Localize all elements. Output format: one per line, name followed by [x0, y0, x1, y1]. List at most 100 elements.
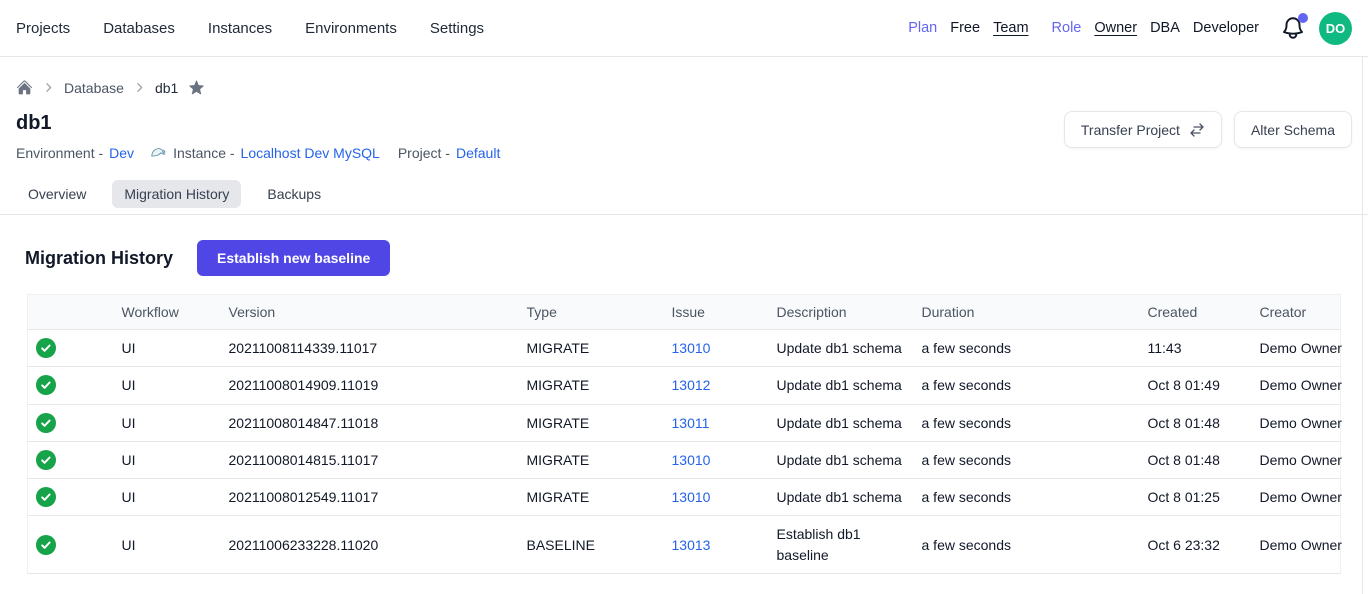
- user-avatar[interactable]: DO: [1319, 12, 1352, 45]
- column-header-version: Version: [213, 295, 511, 330]
- column-header-creator: Creator: [1244, 295, 1341, 330]
- nav-item-settings[interactable]: Settings: [430, 20, 484, 37]
- role-option-owner[interactable]: Owner: [1094, 20, 1137, 36]
- role-option-dba[interactable]: DBA: [1150, 20, 1180, 36]
- page-title: db1: [16, 112, 500, 135]
- environment-link[interactable]: Dev: [109, 145, 134, 161]
- status-cell: [28, 479, 106, 516]
- transfer-project-label: Transfer Project: [1081, 122, 1180, 138]
- breadcrumb: Database db1: [0, 57, 1368, 97]
- duration-cell: a few seconds: [906, 479, 1132, 516]
- home-icon[interactable]: [16, 79, 33, 96]
- success-check-icon: [36, 338, 106, 358]
- scrollbar-track: [1362, 57, 1363, 594]
- alter-schema-label: Alter Schema: [1251, 122, 1335, 138]
- issue-cell: 13010: [656, 330, 761, 367]
- instance-link[interactable]: Localhost Dev MySQL: [241, 145, 380, 161]
- main-nav: Projects Databases Instances Environment…: [16, 20, 484, 37]
- duration-cell: a few seconds: [906, 516, 1132, 574]
- column-header-workflow: Workflow: [106, 295, 213, 330]
- migration-row[interactable]: UI 20211006233228.11020 BASELINE 13013 E…: [28, 516, 1341, 574]
- chevron-right-icon: [133, 81, 146, 94]
- database-tabs: Overview Migration History Backups: [0, 180, 1368, 215]
- status-column-header: [28, 295, 106, 330]
- issue-link[interactable]: 13010: [672, 452, 711, 468]
- type-cell: MIGRATE: [511, 367, 656, 404]
- migration-row[interactable]: UI 20211008014815.11017 MIGRATE 13010 Up…: [28, 441, 1341, 478]
- description-cell: Establish db1 baseline: [761, 516, 906, 574]
- plan-label[interactable]: Plan: [908, 20, 937, 36]
- notifications-bell-icon[interactable]: [1280, 15, 1306, 41]
- column-header-created: Created: [1132, 295, 1244, 330]
- workflow-cell: UI: [106, 516, 213, 574]
- creator-cell: Demo Owner: [1244, 330, 1341, 367]
- role-label[interactable]: Role: [1052, 20, 1082, 36]
- issue-link[interactable]: 13010: [672, 340, 711, 356]
- issue-link[interactable]: 13010: [672, 489, 711, 505]
- breadcrumb-database[interactable]: Database: [64, 80, 124, 96]
- plan-option-free[interactable]: Free: [950, 20, 980, 36]
- workflow-cell: UI: [106, 367, 213, 404]
- role-option-developer[interactable]: Developer: [1193, 20, 1259, 36]
- project-label: Project -: [398, 145, 450, 161]
- issue-cell: 13012: [656, 367, 761, 404]
- issue-link[interactable]: 13011: [672, 415, 710, 431]
- column-header-duration: Duration: [906, 295, 1132, 330]
- plan-option-team[interactable]: Team: [993, 20, 1028, 36]
- issue-cell: 13011: [656, 404, 761, 441]
- workflow-cell: UI: [106, 479, 213, 516]
- transfer-project-button[interactable]: Transfer Project: [1064, 111, 1222, 148]
- type-cell: BASELINE: [511, 516, 656, 574]
- creator-cell: Demo Owner: [1244, 404, 1341, 441]
- creator-cell: Demo Owner: [1244, 441, 1341, 478]
- created-cell: Oct 6 23:32: [1132, 516, 1244, 574]
- environment-label: Environment -: [16, 145, 103, 161]
- establish-baseline-button[interactable]: Establish new baseline: [197, 240, 390, 276]
- version-cell: 20211006233228.11020: [213, 516, 511, 574]
- nav-right-controls: Plan Free Team Role Owner DBA Developer …: [908, 12, 1352, 45]
- tab-migration-history[interactable]: Migration History: [112, 180, 241, 208]
- nav-item-environments[interactable]: Environments: [305, 20, 397, 37]
- migration-history-table: Workflow Version Type Issue Description …: [27, 294, 1341, 574]
- nav-item-projects[interactable]: Projects: [16, 20, 70, 37]
- description-cell: Update db1 schema: [761, 404, 906, 441]
- version-cell: 20211008012549.11017: [213, 479, 511, 516]
- environment-info: Environment - Dev: [16, 145, 134, 161]
- description-cell: Update db1 schema: [761, 479, 906, 516]
- favorite-star-icon[interactable]: [187, 78, 206, 97]
- version-cell: 20211008014815.11017: [213, 441, 511, 478]
- workflow-cell: UI: [106, 404, 213, 441]
- created-cell: Oct 8 01:48: [1132, 404, 1244, 441]
- migration-row[interactable]: UI 20211008114339.11017 MIGRATE 13010 Up…: [28, 330, 1341, 367]
- project-link[interactable]: Default: [456, 145, 500, 161]
- notification-dot: [1298, 13, 1308, 23]
- swap-arrows-icon: [1189, 122, 1205, 138]
- database-info-row: Environment - Dev Instance - Localhost D…: [16, 144, 500, 161]
- migration-row[interactable]: UI 20211008012549.11017 MIGRATE 13010 Up…: [28, 479, 1341, 516]
- success-check-icon: [36, 487, 106, 507]
- workflow-cell: UI: [106, 330, 213, 367]
- issue-link[interactable]: 13012: [672, 377, 711, 393]
- migration-row[interactable]: UI 20211008014847.11018 MIGRATE 13011 Up…: [28, 404, 1341, 441]
- description-cell: Update db1 schema: [761, 330, 906, 367]
- version-cell: 20211008014847.11018: [213, 404, 511, 441]
- created-cell: 11:43: [1132, 330, 1244, 367]
- nav-item-databases[interactable]: Databases: [103, 20, 175, 37]
- column-header-type: Type: [511, 295, 656, 330]
- issue-link[interactable]: 13013: [672, 537, 711, 553]
- issue-cell: 13010: [656, 441, 761, 478]
- tab-backups[interactable]: Backups: [255, 180, 333, 208]
- alter-schema-button[interactable]: Alter Schema: [1234, 111, 1352, 148]
- duration-cell: a few seconds: [906, 404, 1132, 441]
- top-navigation-bar: Projects Databases Instances Environment…: [0, 0, 1368, 57]
- tab-overview[interactable]: Overview: [16, 180, 98, 208]
- creator-cell: Demo Owner: [1244, 367, 1341, 404]
- database-header-actions: Transfer Project Alter Schema: [1064, 111, 1352, 148]
- column-header-issue: Issue: [656, 295, 761, 330]
- nav-item-instances[interactable]: Instances: [208, 20, 272, 37]
- success-check-icon: [36, 375, 106, 395]
- migration-row[interactable]: UI 20211008014909.11019 MIGRATE 13012 Up…: [28, 367, 1341, 404]
- chevron-right-icon: [42, 81, 55, 94]
- status-cell: [28, 441, 106, 478]
- issue-cell: 13010: [656, 479, 761, 516]
